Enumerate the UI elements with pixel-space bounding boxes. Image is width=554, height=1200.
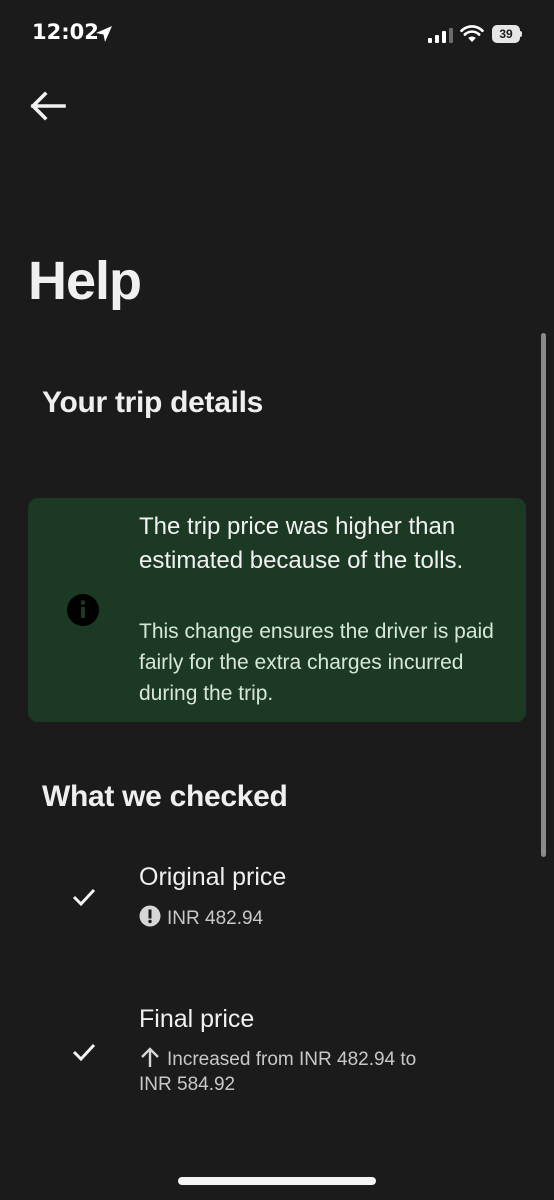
back-button[interactable] <box>26 84 70 128</box>
info-card-body: This change ensures the driver is paid f… <box>139 620 494 705</box>
checkmark-icon <box>72 1043 96 1062</box>
battery-tip <box>520 31 522 37</box>
checked-item-original-price: Original price INR 482.94 <box>0 860 554 940</box>
arrow-left-icon <box>30 91 66 121</box>
item-title: Original price <box>139 863 287 891</box>
final-price-value: INR 584.92 <box>139 1074 236 1095</box>
checked-item-final-price: Final price Increased from INR 482.94 to… <box>0 1003 554 1103</box>
scrollbar[interactable] <box>541 333 546 857</box>
battery-indicator: 39 <box>492 25 522 43</box>
info-icon <box>67 594 99 626</box>
info-card: The trip price was higher than estimated… <box>28 498 526 722</box>
cellular-signal-icon <box>428 28 453 43</box>
alert-circle-icon <box>139 905 161 927</box>
final-price-change: Increased from INR 482.94 to <box>167 1049 417 1070</box>
battery-level: 39 <box>492 25 520 43</box>
item-detail: Increased from INR 482.94 to <box>139 1046 416 1071</box>
page-title: Help <box>28 251 142 311</box>
item-title: Final price <box>139 1005 255 1033</box>
arrow-up-icon <box>141 1047 159 1067</box>
checkmark-icon <box>72 888 96 907</box>
original-price-value: INR 482.94 <box>167 908 264 929</box>
trip-details-heading: Your trip details <box>42 386 264 419</box>
status-time: 12:02 <box>32 20 99 44</box>
location-arrow-icon <box>96 26 112 42</box>
wifi-icon <box>460 25 484 42</box>
status-bar: 12:02 39 <box>0 0 554 70</box>
home-indicator[interactable] <box>178 1177 376 1185</box>
info-card-headline: The trip price was higher than estimated… <box>139 513 464 574</box>
what-we-checked-heading: What we checked <box>42 780 288 813</box>
item-detail: INR 482.94 <box>139 905 263 930</box>
